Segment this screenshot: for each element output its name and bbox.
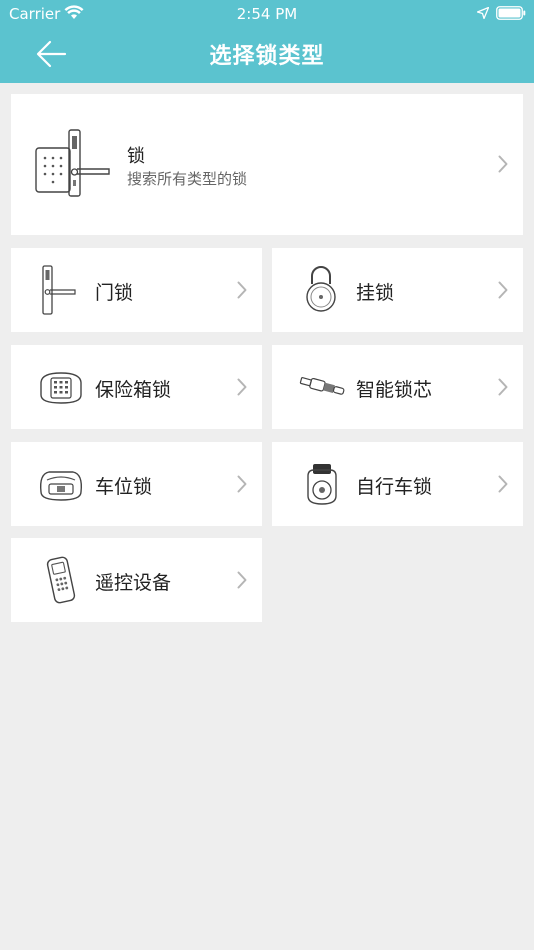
category-door-lock[interactable]: 门锁 <box>11 248 262 332</box>
location-arrow-icon <box>477 7 489 19</box>
all-locks-title: 锁 <box>127 146 145 167</box>
clock: 2:54 PM <box>236 5 298 23</box>
remote-control-icon <box>46 556 76 604</box>
chevron-right-icon <box>498 155 508 173</box>
lock-cylinder-icon <box>299 377 345 395</box>
category-bike-lock[interactable]: 自行车锁 <box>272 442 523 526</box>
category-label: 车位锁 <box>95 476 153 498</box>
chevron-right-icon <box>498 475 508 493</box>
chevron-right-icon <box>237 378 247 396</box>
category-parking-lock[interactable]: 车位锁 <box>11 442 262 526</box>
category-label: 门锁 <box>95 282 134 304</box>
all-locks-subtitle: 搜索所有类型的锁 <box>127 170 248 188</box>
category-lock-cylinder[interactable]: 智能锁芯 <box>272 345 523 429</box>
chevron-right-icon <box>237 475 247 493</box>
battery-icon <box>496 6 526 20</box>
category-label: 遥控设备 <box>95 572 172 594</box>
chevron-right-icon <box>237 571 247 589</box>
category-label: 挂锁 <box>356 282 395 304</box>
parking-lock-icon <box>39 471 83 501</box>
navigation-bar: Carrier 2:54 PM 选择锁类型 <box>0 0 534 83</box>
category-safe-lock[interactable]: 保险箱锁 <box>11 345 262 429</box>
category-label: 保险箱锁 <box>95 379 172 401</box>
smart-door-lock-icon <box>35 129 110 197</box>
door-lock-icon <box>42 265 76 315</box>
category-label: 智能锁芯 <box>356 379 433 401</box>
padlock-icon <box>306 266 336 312</box>
chevron-right-icon <box>498 281 508 299</box>
page-title: 选择锁类型 <box>209 44 325 69</box>
safe-lock-icon <box>40 372 82 404</box>
category-remote-control[interactable]: 遥控设备 <box>11 538 262 622</box>
status-bar: Carrier 2:54 PM <box>0 0 534 28</box>
all-locks-card[interactable]: 锁 搜索所有类型的锁 <box>11 94 523 235</box>
category-label: 自行车锁 <box>356 476 433 498</box>
chevron-right-icon <box>498 378 508 396</box>
category-padlock[interactable]: 挂锁 <box>272 248 523 332</box>
chevron-right-icon <box>237 281 247 299</box>
bike-lock-icon <box>307 464 337 505</box>
